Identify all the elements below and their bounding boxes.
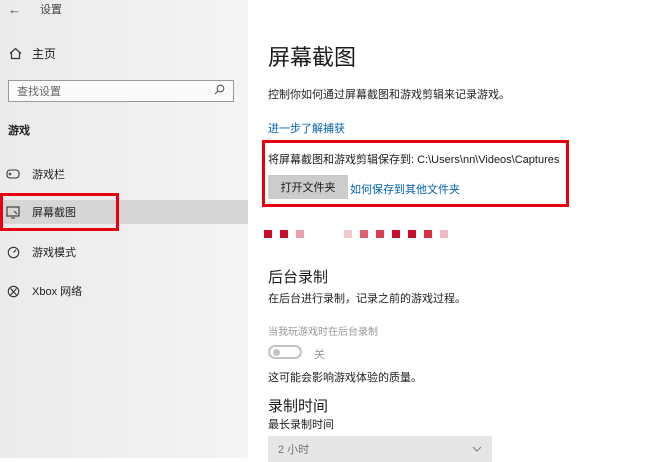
toggle-state-label: 关 <box>314 349 325 361</box>
chevron-down-icon <box>472 443 482 455</box>
sidebar-item-home[interactable]: 主页 <box>8 45 56 62</box>
select-value: 2 小时 <box>278 444 310 456</box>
section-title-gaming: 游戏 <box>8 125 30 137</box>
pixel-mark <box>280 230 288 238</box>
performance-note: 这可能会影响游戏体验的质量。 <box>268 372 422 384</box>
pixel-mark <box>424 230 432 238</box>
save-path-text: 将屏幕截图和游戏剪辑保存到: C:\Users\nn\Videos\Captur… <box>268 154 560 166</box>
sidebar-item-xbox-network[interactable]: Xbox 网络 <box>0 279 248 303</box>
pixel-mark <box>344 230 352 238</box>
back-arrow-icon[interactable]: ← <box>8 2 30 17</box>
decorative-pixel-row <box>264 230 456 238</box>
search-placeholder: 查找设置 <box>17 86 61 98</box>
pixel-mark <box>264 230 272 238</box>
background-recording-title: 后台录制 <box>268 269 329 286</box>
pixel-mark <box>296 230 304 238</box>
learn-more-link[interactable]: 进一步了解捕获 <box>268 120 345 136</box>
window-title: 设置 <box>40 4 62 16</box>
open-folder-button[interactable]: 打开文件夹 <box>268 175 348 199</box>
max-record-time-label: 最长录制时间 <box>268 419 334 431</box>
home-icon <box>8 47 22 61</box>
background-recording-toggle-caption: 当我玩游戏时在后台录制 <box>268 327 378 338</box>
pixel-mark <box>392 230 400 238</box>
search-input[interactable]: 查找设置 <box>8 80 234 102</box>
game-mode-icon <box>6 245 20 259</box>
background-recording-description: 在后台进行录制，记录之前的游戏过程。 <box>268 293 466 305</box>
sidebar: ← 设置 主页 查找设置 游戏 游戏栏 屏幕截图 游戏模式 Xbox 网络 <box>0 0 248 458</box>
home-label: 主页 <box>32 47 57 61</box>
xbox-icon <box>6 284 20 298</box>
pixel-mark <box>360 230 368 238</box>
page-title: 屏幕截图 <box>268 45 357 70</box>
sidebar-item-game-mode[interactable]: 游戏模式 <box>0 240 248 264</box>
page-description: 控制你如何通过屏幕截图和游戏剪辑来记录游戏。 <box>268 89 510 101</box>
highlight-box-sidebar <box>0 193 119 231</box>
pixel-mark <box>440 230 448 238</box>
save-other-folder-link[interactable]: 如何保存到其他文件夹 <box>350 181 460 197</box>
game-bar-icon <box>6 167 20 181</box>
title-bar: ← 设置 <box>8 0 62 18</box>
record-time-title: 录制时间 <box>268 398 329 415</box>
pixel-mark <box>376 230 384 238</box>
main-panel: 屏幕截图 控制你如何通过屏幕截图和游戏剪辑来记录游戏。 进一步了解捕获 将屏幕截… <box>248 0 669 462</box>
max-record-time-select[interactable]: 2 小时 <box>268 436 492 462</box>
sidebar-item-game-bar[interactable]: 游戏栏 <box>0 162 248 186</box>
sidebar-item-label: 游戏栏 <box>32 169 65 181</box>
sidebar-item-label: 游戏模式 <box>32 247 76 259</box>
toggle-knob <box>273 349 280 356</box>
pixel-mark <box>408 230 416 238</box>
search-icon[interactable] <box>214 84 225 98</box>
sidebar-item-label: Xbox 网络 <box>32 286 83 298</box>
background-recording-toggle[interactable] <box>268 345 302 359</box>
